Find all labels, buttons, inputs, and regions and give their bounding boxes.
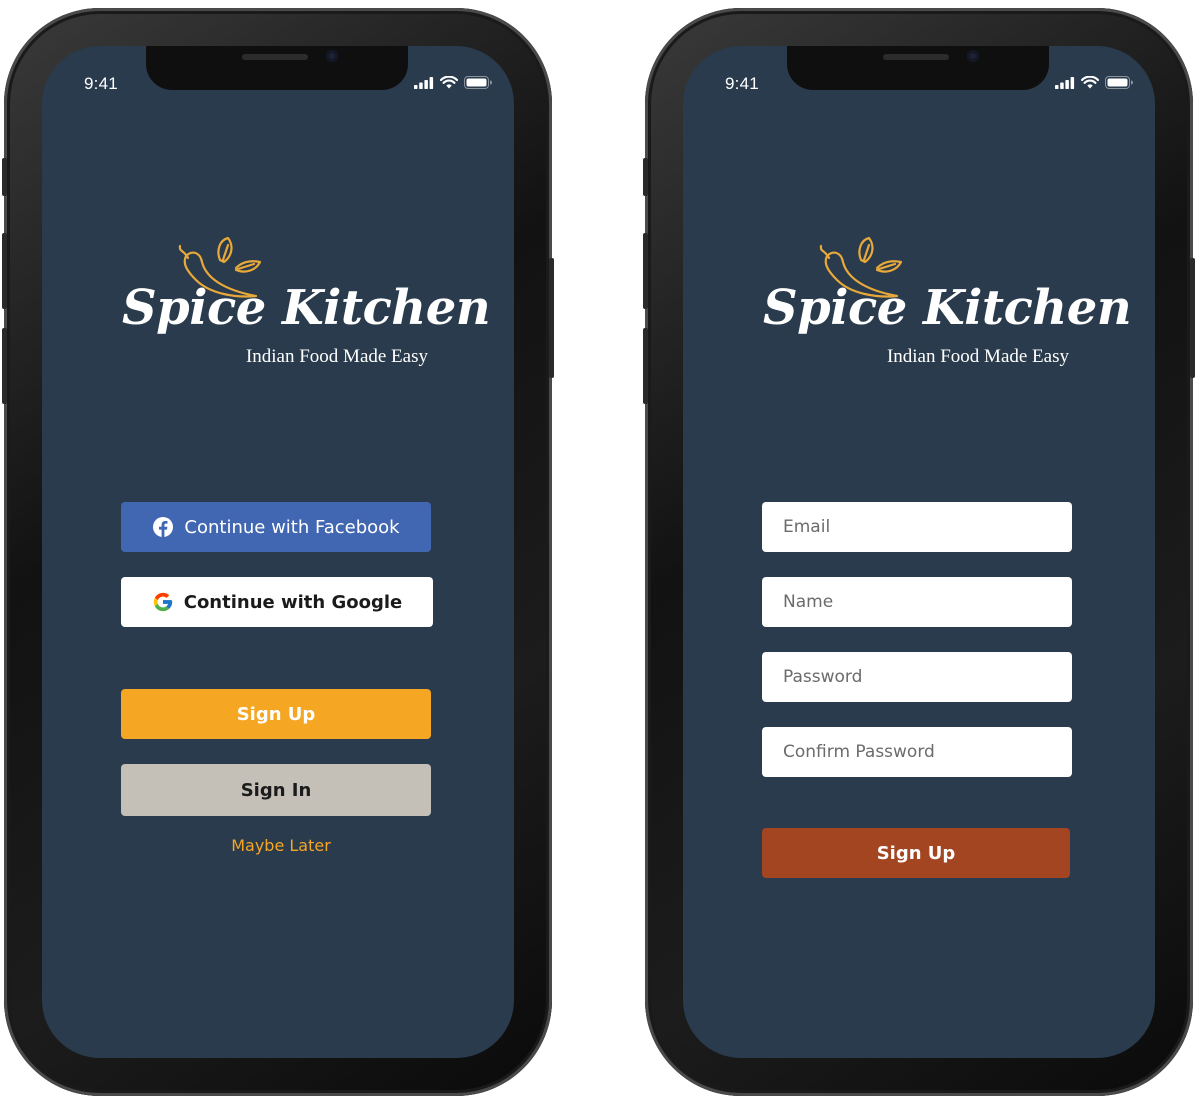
password-field[interactable]: [762, 652, 1072, 702]
status-time: 9:41: [725, 74, 759, 93]
wifi-icon: [440, 76, 458, 89]
brand-name: Spice Kitchen: [763, 280, 1132, 336]
welcome-screen: 9:41 Spice Kitchen Indian Food Made Easy…: [42, 46, 514, 1058]
continue-with-google-button[interactable]: Continue with Google: [121, 577, 433, 627]
front-camera: [967, 50, 979, 62]
facebook-button-label: Continue with Facebook: [184, 516, 400, 538]
volume-up-button: [2, 233, 7, 309]
email-field[interactable]: [762, 502, 1072, 552]
name-field[interactable]: [762, 577, 1072, 627]
battery-icon: [464, 76, 492, 89]
confirm-password-field[interactable]: [762, 727, 1072, 777]
power-button: [1190, 258, 1195, 378]
sign-up-submit-button[interactable]: Sign Up: [762, 828, 1070, 878]
sign-in-button[interactable]: Sign In: [121, 764, 431, 816]
earpiece-speaker: [242, 54, 308, 60]
mute-switch: [643, 158, 648, 196]
volume-down-button: [2, 328, 7, 404]
continue-with-facebook-button[interactable]: Continue with Facebook: [121, 502, 431, 552]
power-button: [549, 258, 554, 378]
brand-name: Spice Kitchen: [122, 280, 491, 336]
volume-down-button: [643, 328, 648, 404]
brand-tagline: Indian Food Made Easy: [245, 346, 428, 367]
status-icons: [1055, 76, 1133, 89]
google-button-label: Continue with Google: [183, 591, 403, 613]
facebook-icon: [152, 516, 174, 538]
notch: [146, 46, 408, 90]
battery-icon: [1105, 76, 1133, 89]
earpiece-speaker: [883, 54, 949, 60]
maybe-later-link[interactable]: Maybe Later: [42, 836, 514, 855]
front-camera: [326, 50, 338, 62]
phone-frame-welcome: 9:41 Spice Kitchen Indian Food Made Easy…: [2, 8, 554, 1096]
volume-up-button: [643, 233, 648, 309]
cellular-signal-icon: [414, 76, 434, 89]
cellular-signal-icon: [1055, 76, 1075, 89]
mute-switch: [2, 158, 7, 196]
brand-logo: Spice Kitchen Indian Food Made Easy: [42, 236, 514, 376]
phone-frame-signup: 9:41 Spice Kitchen Indian Food Made Easy…: [643, 8, 1195, 1096]
status-icons: [414, 76, 492, 89]
signup-screen: 9:41 Spice Kitchen Indian Food Made Easy…: [683, 46, 1155, 1058]
sign-up-button[interactable]: Sign Up: [121, 689, 431, 739]
brand-tagline: Indian Food Made Easy: [886, 346, 1069, 367]
status-time: 9:41: [84, 74, 118, 93]
brand-logo: Spice Kitchen Indian Food Made Easy: [683, 236, 1155, 376]
wifi-icon: [1081, 76, 1099, 89]
google-icon: [152, 591, 174, 613]
notch: [787, 46, 1049, 90]
